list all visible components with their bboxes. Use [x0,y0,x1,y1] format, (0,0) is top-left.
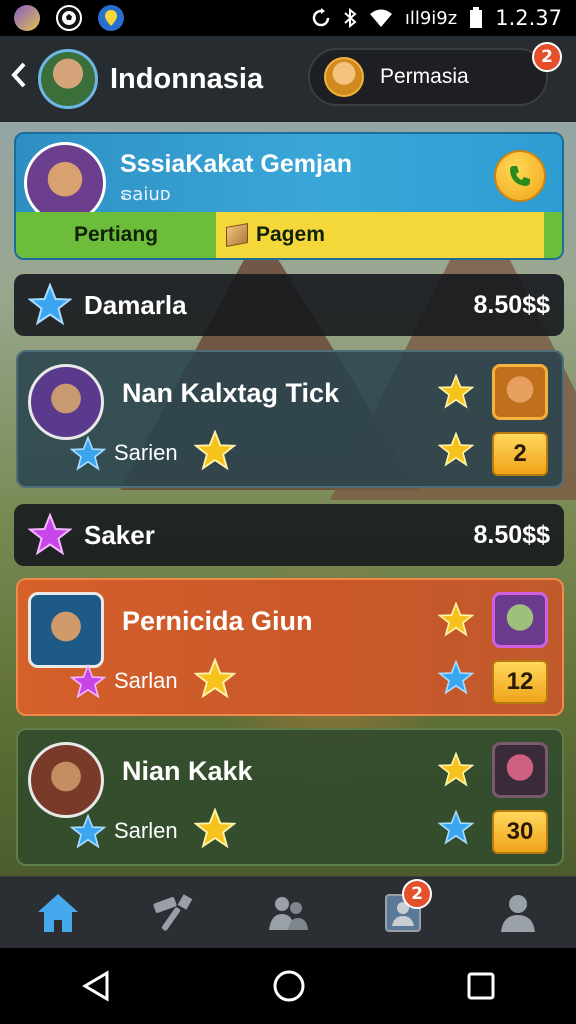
sync-icon [312,8,330,27]
player-count: 2 [492,432,548,476]
friend-pill-button[interactable]: Permasia [308,48,548,106]
purple-star-icon [28,513,72,556]
phone-call-button[interactable] [494,150,546,202]
battery-icon [470,7,483,28]
profile-name: SssiaKakat Gemjan [120,150,353,178]
map-pin-icon [98,5,124,31]
gold-star-icon [438,374,474,409]
bluetooth-icon [344,8,357,28]
player-subtitle: Sarlan [114,668,178,693]
player-subtitle: Sarien [114,440,178,465]
player-name: Nan Kalxtag Tick [122,378,340,408]
gold-star-icon [438,752,474,787]
header-avatar[interactable] [38,49,98,109]
blue-star-icon [438,660,474,695]
player-card[interactable]: Nan Kalxtag Tick Sarien 2 [16,350,564,488]
section-value: 8.50$$ [473,520,550,549]
recents-square-icon[interactable] [465,970,497,1002]
player-subtitle: Sarlen [114,818,178,843]
section-header-damarla[interactable]: Damarla 8.50$$ [14,274,564,336]
gold-star-icon [194,808,236,849]
hammer-icon [153,893,193,931]
main-content: SssiaKakat Gemjan ຣaiuᴅ Pertiang Pagem D… [0,122,576,876]
blue-star-icon [70,814,106,849]
phone-icon [510,166,530,186]
nav-friends[interactable] [253,883,323,943]
character-portrait [492,742,548,798]
home-icon [37,893,78,932]
friends-icon [268,896,308,930]
player-avatar [28,592,104,668]
nav-user[interactable] [483,883,553,943]
app-icon [14,5,40,31]
clock: 1.2.37 [495,6,562,30]
player-card[interactable]: Nian Kakk Sarlen 30 [16,728,564,866]
nav-build[interactable] [138,883,208,943]
player-count: 30 [492,810,548,854]
player-name: Nian Kakk [122,756,253,786]
blue-star-icon [438,810,474,845]
section-value: 8.50$$ [473,290,550,319]
back-triangle-icon[interactable] [79,969,113,1003]
section-title: Saker [84,519,155,550]
profile-subtitle: ຣaiuᴅ [120,184,171,205]
notification-badge: 2 [532,42,562,72]
back-arrow-icon[interactable] [10,61,34,97]
pagem-tab[interactable]: Pagem [216,212,544,258]
package-icon [226,223,248,247]
top-header: Indonnasia Permasia 2 [0,36,576,122]
blue-star-icon [28,283,72,326]
pill-label: Permasia [380,65,469,88]
player-avatar [28,364,104,440]
home-circle-icon[interactable] [271,968,307,1004]
pill-avatar [324,57,364,97]
wifi-icon [369,9,392,27]
nav-home[interactable] [23,883,93,943]
bottom-nav: 2 [0,876,576,948]
player-avatar [28,742,104,818]
soccer-icon [56,5,82,31]
status-bar: ıll9i9z 1.2.37 [0,0,576,36]
character-portrait [492,364,548,420]
nav-profile-card[interactable]: 2 [368,878,438,943]
nav-badge: 2 [402,878,433,909]
gold-star-icon [438,602,474,637]
gold-star-icon [194,430,236,471]
player-count: 12 [492,660,548,704]
blue-star-icon [70,436,106,471]
profile-card[interactable]: SssiaKakat Gemjan ຣaiuᴅ Pertiang Pagem [14,132,564,260]
page-title: Indonnasia [110,62,264,95]
purple-star-icon [70,664,106,699]
pagem-label: Pagem [256,223,325,246]
gold-star-icon [438,432,474,467]
player-name: Pernicida Giun [122,606,313,636]
player-card[interactable]: Pernicida Giun Sarlan 12 [16,578,564,716]
android-nav-bar [0,948,576,1024]
pertiang-tab[interactable]: Pertiang [16,212,216,258]
profile-action-bar: Pertiang Pagem [16,212,562,258]
character-portrait [492,592,548,648]
user-icon [501,894,536,932]
section-title: Damarla [84,289,187,320]
section-header-saker[interactable]: Saker 8.50$$ [14,504,564,566]
gold-star-icon [194,658,236,699]
signal-text: ıll9i9z [404,7,458,29]
